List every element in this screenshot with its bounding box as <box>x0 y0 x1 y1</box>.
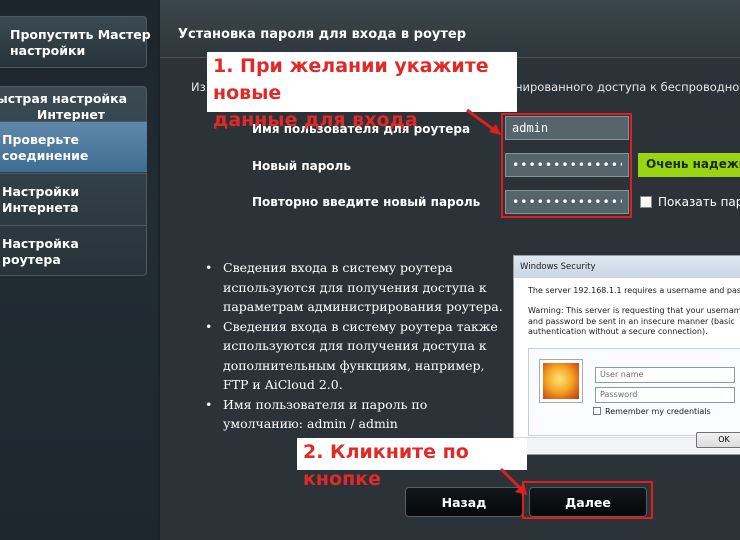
arrow-icon <box>466 108 501 135</box>
remember-credentials-toggle[interactable]: Remember my credentials <box>593 407 711 416</box>
sidebar-item-router-settings[interactable]: Настройка роутера <box>0 225 147 276</box>
dialog-password-field[interactable]: Password <box>595 387 735 403</box>
skip-wizard-button[interactable]: Пропустить Мастер настройки <box>0 16 151 68</box>
show-password-toggle[interactable]: Показать пароль <box>640 195 740 209</box>
windows-security-dialog: Windows Security The server 192.168.1.1 … <box>513 255 740 455</box>
list-item: Сведения входа в систему роутера также и… <box>205 317 510 395</box>
credentials-box: User name Password Remember my credentia… <box>528 348 740 436</box>
page-title: Установка пароля для входа в роутер <box>178 27 467 42</box>
arrow-icon <box>499 467 527 495</box>
list-item: Имя пользователя и пароль по умолчанию: … <box>205 395 510 434</box>
show-password-checkbox[interactable] <box>640 196 652 208</box>
confirm-password-label: Повторно введите новый пароль <box>252 195 481 209</box>
new-password-label: Новый пароль <box>252 159 351 173</box>
user-avatar-icon <box>539 359 583 403</box>
password-strength-badge: Очень надежный <box>638 153 740 177</box>
list-item: Сведения входа в систему роутера использ… <box>205 258 510 317</box>
sidebar-item-internet-settings[interactable]: Настройки Интернета <box>0 173 147 224</box>
skip-wizard-label: Пропустить Мастер настройки <box>10 27 151 58</box>
info-bullet-list: Сведения входа в систему роутера использ… <box>205 258 510 434</box>
dialog-username-field[interactable]: User name <box>595 367 735 383</box>
dialog-ok-button[interactable]: OK <box>696 432 740 448</box>
annotation-step-2: 2. Кликните по кнопке <box>297 438 527 490</box>
dialog-body: The server 192.168.1.1 requires a userna… <box>514 278 740 438</box>
sidebar-item-check-connection[interactable]: Проверьте соединение <box>0 121 147 172</box>
description-text-start: Из <box>191 80 206 94</box>
remember-label: Remember my credentials <box>605 407 711 416</box>
annotation-step-1-line-1: 1. При желании укажите новые <box>213 55 489 104</box>
description-text-end: нированного доступа к беспроводному <box>515 80 740 94</box>
quick-setup-panel: Быстрая настройка Интернет Проверьте сое… <box>0 86 147 276</box>
sidebar-item-label: Настройки Интернета <box>2 184 80 215</box>
remember-checkbox[interactable] <box>593 407 601 415</box>
dialog-server-text: The server 192.168.1.1 requires a userna… <box>528 286 740 295</box>
sidebar-item-label: Проверьте соединение <box>2 132 89 163</box>
highlight-box-credentials <box>501 113 632 218</box>
show-password-label: Показать пароль <box>658 195 740 209</box>
highlight-box-next-button <box>522 481 653 519</box>
sidebar-item-label: Настройка роутера <box>2 236 79 267</box>
quick-setup-title: Быстрая настройка Интернет <box>0 91 128 122</box>
dialog-title: Windows Security <box>514 256 740 278</box>
annotation-step-1: 1. При желании укажите новые данные для … <box>207 52 517 131</box>
dialog-warning-text: Warning: This server is requesting that … <box>528 306 740 336</box>
